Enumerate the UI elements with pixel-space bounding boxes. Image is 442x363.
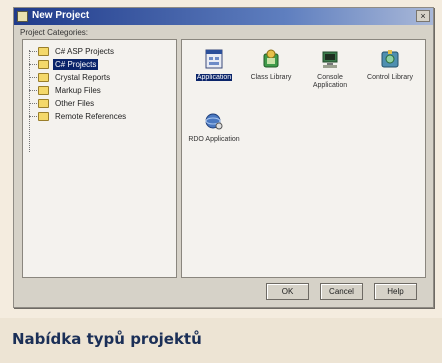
template-label: Console Application — [312, 74, 348, 89]
template-label: Control Library — [367, 74, 413, 81]
window-title: New Project — [32, 10, 90, 21]
tree-item-label: C# ASP Projects — [55, 47, 114, 56]
new-project-dialog: New Project × Project Categories: C# ASP… — [13, 7, 434, 308]
template-label: Application — [195, 74, 233, 81]
console-application-icon — [322, 51, 338, 68]
folder-icon — [38, 47, 49, 56]
control-library-icon — [381, 50, 399, 68]
folder-icon — [38, 60, 49, 69]
template-label: RDO Application — [188, 136, 240, 143]
figure-caption: Nabídka typů projektů — [12, 330, 202, 348]
categories-label: Project Categories: — [20, 28, 89, 37]
tree-item-label: Other Files — [55, 99, 95, 108]
title-bar[interactable]: New Project × — [14, 8, 433, 25]
screenshot-frame: New Project × Project Categories: C# ASP… — [0, 0, 442, 314]
cancel-button[interactable]: Cancel — [320, 283, 363, 300]
close-button[interactable]: × — [416, 10, 430, 22]
help-button[interactable]: Help — [374, 283, 417, 300]
folder-icon — [38, 112, 49, 121]
tree-item-label: C# Projects — [53, 59, 99, 70]
class-library-icon — [263, 49, 279, 68]
ok-button[interactable]: OK — [266, 283, 309, 300]
folder-icon — [38, 99, 49, 108]
folder-icon — [38, 86, 49, 95]
tree-connector — [29, 50, 30, 152]
folder-icon — [38, 73, 49, 82]
app-icon — [17, 11, 28, 22]
tree-item-label: Remote References — [55, 112, 127, 121]
rdo-application-icon — [205, 113, 223, 130]
templates-panel[interactable]: Application Class Library Console Applic… — [181, 39, 426, 278]
template-label: Class Library — [250, 74, 292, 81]
tree-item-label: Markup Files — [55, 86, 101, 95]
category-tree[interactable]: C# ASP Projects C# Projects Crystal Repo… — [22, 39, 177, 278]
application-icon — [205, 49, 223, 69]
tree-item-label: Crystal Reports — [55, 73, 111, 82]
